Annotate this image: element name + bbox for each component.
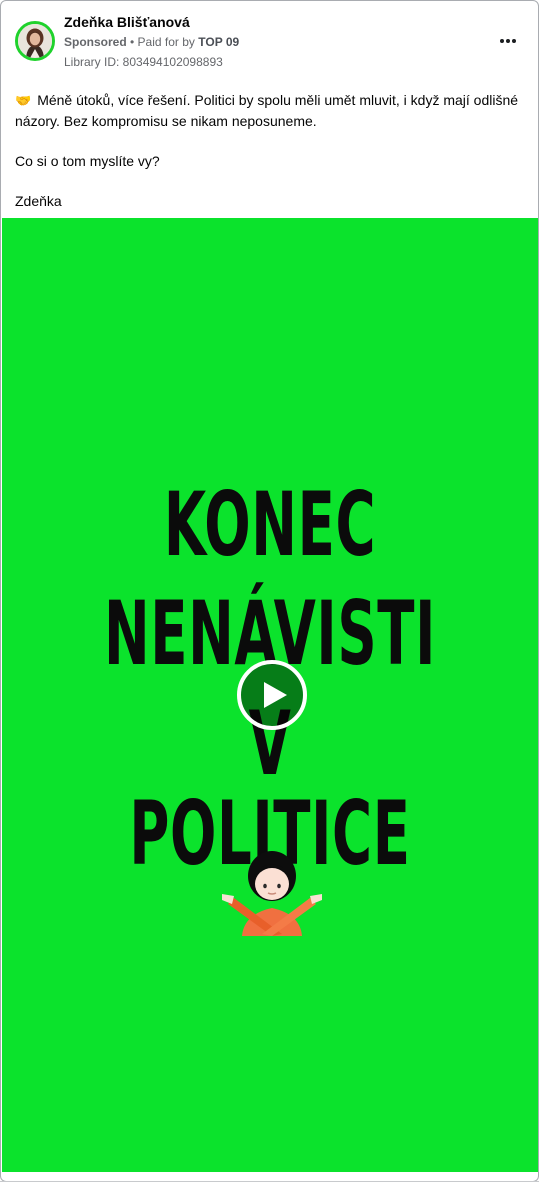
post-signature: Zdeňka: [15, 193, 62, 209]
headline-line: KONEC: [163, 473, 377, 576]
more-options-button[interactable]: [496, 31, 520, 51]
handshake-icon: 🤝: [15, 93, 32, 108]
avatar-portrait-icon: [18, 24, 52, 58]
play-icon: [263, 682, 287, 708]
post-body: 🤝 Méně útoků, více řešení. Politici by sp…: [15, 90, 530, 231]
post-question: Co si o tom myslíte vy?: [15, 153, 160, 169]
paid-for-by-value[interactable]: TOP 09: [198, 35, 239, 49]
sponsored-label: Sponsored: [64, 35, 127, 49]
page-name[interactable]: Zdeňka Blišťanová: [64, 14, 190, 30]
person-gesturing-no-icon: [222, 851, 322, 936]
post-header: Zdeňka Blišťanová Sponsored • Paid for b…: [1, 1, 538, 81]
video-media[interactable]: KONEC NENÁVISTI V POLITICE: [2, 218, 538, 1172]
more-horizontal-icon: [512, 39, 516, 43]
post-paragraph-text: Méně útoků, více řešení. Politici by spo…: [15, 92, 519, 129]
meta-separator: •: [126, 35, 138, 49]
more-horizontal-icon: [500, 39, 504, 43]
ad-meta: Sponsored • Paid for by TOP 09: [64, 35, 239, 49]
more-horizontal-icon: [506, 39, 510, 43]
avatar[interactable]: [15, 21, 55, 61]
library-id: Library ID: 803494102098893: [64, 55, 223, 69]
post-paragraph: 🤝 Méně útoků, více řešení. Politici by sp…: [15, 90, 530, 131]
divider: [0, 1181, 539, 1185]
play-button[interactable]: [237, 660, 307, 730]
paid-for-prefix: Paid for by: [137, 35, 199, 49]
ad-card: Zdeňka Blišťanová Sponsored • Paid for b…: [0, 0, 539, 1182]
